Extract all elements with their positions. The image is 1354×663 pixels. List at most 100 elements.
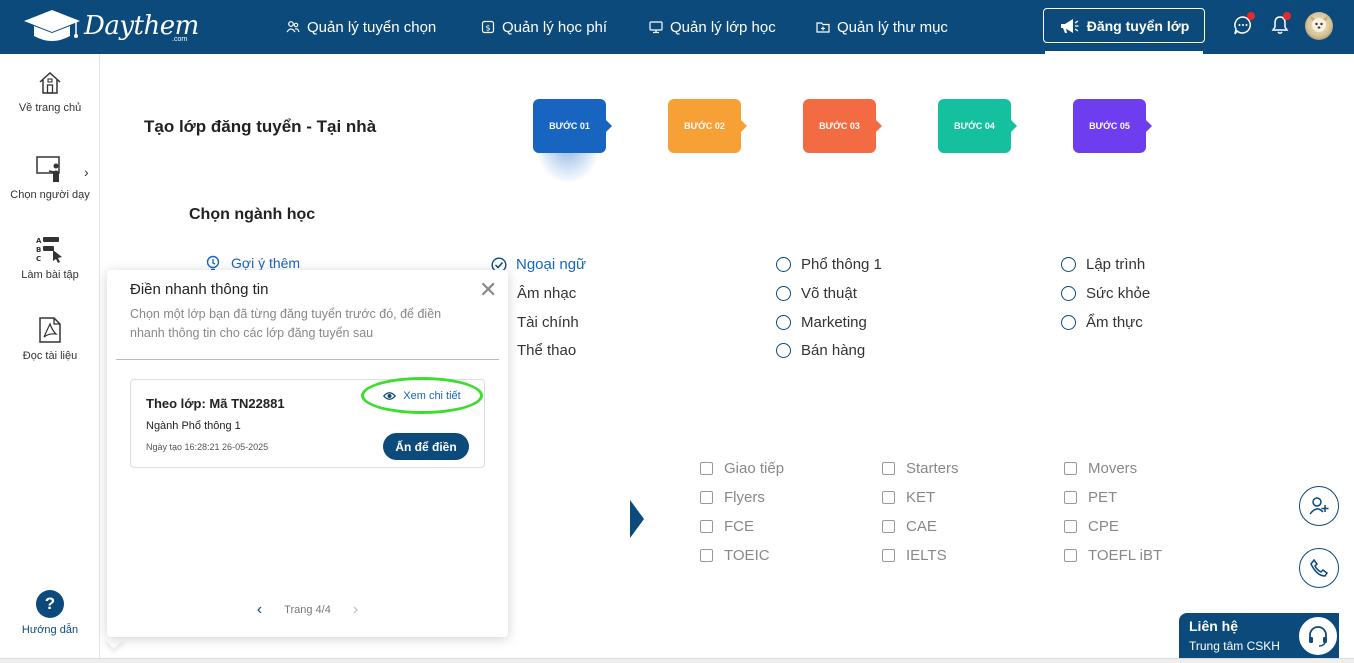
checkbox[interactable] — [700, 491, 713, 504]
chevron-right-icon[interactable]: › — [84, 164, 89, 180]
sidebar-item-help[interactable]: ? Hướng dẫn — [0, 590, 100, 636]
subject-checkbox[interactable]: PET — [1064, 489, 1117, 506]
subject-checkbox[interactable]: Movers — [1064, 460, 1137, 477]
svg-text:B: B — [36, 246, 41, 254]
sidebar-item-read-docs[interactable]: Đọc tài liệu — [0, 316, 100, 362]
chevron-left-icon[interactable]: ‹ — [257, 602, 262, 618]
folder-icon — [816, 22, 830, 33]
subject-checkbox[interactable]: TOEFL iBT — [1064, 547, 1162, 564]
major-option[interactable]: Sức khỏe — [1061, 285, 1150, 302]
view-details-label: Xem chi tiết — [403, 389, 461, 402]
checkbox[interactable] — [700, 462, 713, 475]
previous-class-card: Theo lớp: Mã TN22881 Ngành Phổ thông 1 N… — [130, 377, 485, 468]
nav-item-fees[interactable]: $ Quản lý học phí — [481, 0, 607, 54]
major-option[interactable]: Ẩm thực — [1061, 314, 1143, 331]
active-underline — [1045, 51, 1203, 54]
radio-button[interactable] — [1061, 315, 1076, 330]
subject-checkbox[interactable]: CAE — [882, 518, 937, 535]
nav-item-classes[interactable]: Quản lý lớp học — [649, 0, 776, 54]
sidebar-item-home[interactable]: Về trang chủ — [0, 70, 100, 114]
svg-text:A: A — [36, 237, 42, 245]
checkbox[interactable] — [882, 462, 895, 475]
contact-support-widget[interactable]: Liên hệ Trung tâm CSKH — [1179, 613, 1339, 658]
radio-button[interactable] — [776, 343, 791, 358]
avatar[interactable] — [1305, 12, 1333, 40]
checkbox[interactable] — [882, 491, 895, 504]
checkbox[interactable] — [1064, 491, 1077, 504]
subject-label: Movers — [1088, 460, 1138, 477]
sidebar-item-exercises[interactable]: ABC Làm bài tập — [0, 235, 100, 281]
subject-label: CAE — [906, 518, 937, 535]
close-icon[interactable]: ✕ — [479, 279, 497, 301]
major-option[interactable]: Lập trình — [1061, 256, 1145, 273]
major-label: Phổ thông 1 — [801, 256, 882, 273]
step-2[interactable]: BƯỚC 02 — [668, 99, 747, 153]
checkbox[interactable] — [1064, 520, 1077, 533]
major-option[interactable]: Võ thuật — [776, 285, 857, 302]
nav-label: Quản lý tuyển chọn — [307, 18, 437, 36]
step-5[interactable]: BƯỚC 05 — [1073, 99, 1152, 153]
radio-button[interactable] — [1061, 257, 1076, 272]
home-icon — [39, 71, 61, 94]
subject-label: Flyers — [724, 489, 765, 506]
subject-checkbox[interactable]: CPE — [1064, 518, 1119, 535]
contact-subtitle: Trung tâm CSKH — [1189, 639, 1280, 653]
checkbox[interactable] — [882, 520, 895, 533]
checkbox[interactable] — [1064, 549, 1077, 562]
svg-text:$: $ — [485, 24, 490, 33]
radio-button[interactable] — [776, 257, 791, 272]
step-1[interactable]: BƯỚC 01 — [533, 99, 612, 153]
chevron-right-icon[interactable]: › — [353, 602, 358, 618]
add-user-button[interactable] — [1299, 486, 1339, 526]
radio-button[interactable] — [776, 315, 791, 330]
call-button[interactable] — [1299, 548, 1339, 588]
suggest-more-link[interactable]: Gợi ý thêm — [205, 255, 300, 271]
brand-suffix: .com — [172, 36, 188, 43]
popup-title: Điền nhanh thông tin — [130, 281, 269, 298]
subject-label: FCE — [724, 518, 754, 535]
subject-checkbox[interactable]: TOEIC — [700, 547, 770, 564]
suggest-label: Gợi ý thêm — [231, 255, 301, 271]
subject-label: PET — [1088, 489, 1118, 506]
help-icon: ? — [36, 590, 64, 618]
megaphone-icon — [1060, 18, 1079, 33]
subject-checkbox[interactable]: IELTS — [882, 547, 947, 564]
major-option[interactable]: Marketing — [776, 314, 867, 331]
sidebar-item-label: Chọn người dạy — [10, 189, 90, 201]
money-icon: $ — [481, 20, 495, 34]
subject-checkbox[interactable]: FCE — [700, 518, 754, 535]
checkbox[interactable] — [882, 549, 895, 562]
notification-button[interactable] — [1269, 12, 1293, 38]
logo[interactable]: Daythem .com — [22, 8, 199, 44]
chat-button[interactable] — [1232, 12, 1256, 38]
card-title: Theo lớp: Mã TN22881 — [146, 396, 285, 411]
post-class-button[interactable]: Đăng tuyển lớp — [1043, 8, 1205, 43]
major-option[interactable]: Phổ thông 1 — [776, 256, 882, 273]
view-details-link[interactable]: Xem chi tiết — [361, 377, 483, 414]
fill-button[interactable]: Ấn để điền — [383, 433, 469, 460]
checkbox[interactable] — [700, 549, 713, 562]
nav-item-recruit[interactable]: Quản lý tuyển chọn — [286, 0, 436, 54]
major-label: Ẩm thực — [1086, 314, 1143, 331]
subject-checkbox[interactable]: Giao tiếp — [700, 460, 784, 477]
subject-checkbox[interactable]: Flyers — [700, 489, 765, 506]
subject-checkbox[interactable]: KET — [882, 489, 935, 506]
step-label: BƯỚC 03 — [819, 121, 860, 131]
radio-button[interactable] — [1061, 286, 1076, 301]
step-label: BƯỚC 02 — [684, 121, 725, 131]
subject-label: TOEIC — [724, 547, 770, 564]
nav-item-folders[interactable]: Quản lý thư mục — [816, 0, 948, 54]
subject-checkbox[interactable]: Starters — [882, 460, 959, 477]
major-option[interactable]: Bán hàng — [776, 342, 865, 359]
major-label: Lập trình — [1086, 256, 1146, 273]
step-3[interactable]: BƯỚC 03 — [803, 99, 882, 153]
step-4[interactable]: BƯỚC 04 — [938, 99, 1017, 153]
radio-button[interactable] — [776, 286, 791, 301]
major-label: Thể thao — [517, 342, 577, 359]
major-label: Tài chính — [517, 314, 579, 331]
checkbox[interactable] — [700, 520, 713, 533]
quick-fill-popup: Điền nhanh thông tin ✕ Chọn một lớp bạn … — [107, 270, 508, 637]
user-avatar-icon — [1310, 16, 1328, 32]
checkbox[interactable] — [1064, 462, 1077, 475]
bottom-bar — [0, 658, 1354, 663]
